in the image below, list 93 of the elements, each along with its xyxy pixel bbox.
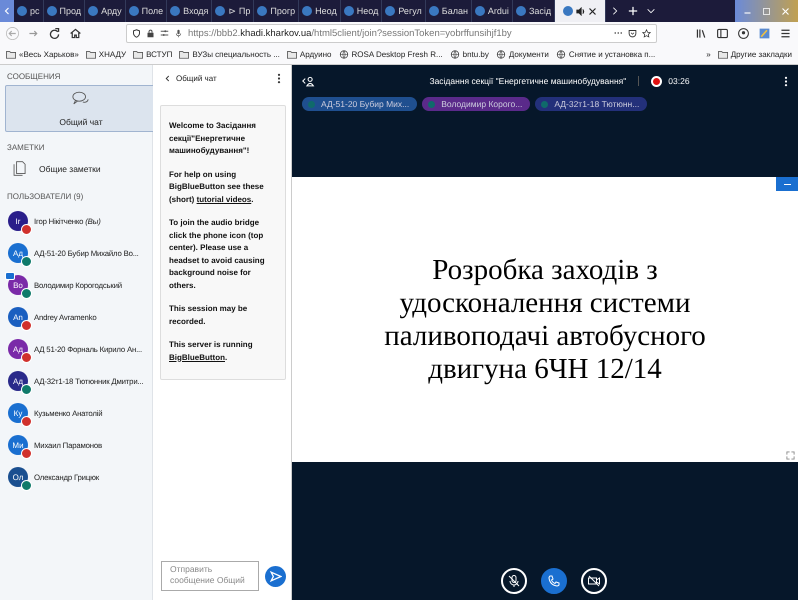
recording-indicator[interactable]	[651, 76, 662, 86]
fullscreen-icon[interactable]	[786, 451, 795, 460]
browser-tab[interactable]	[555, 0, 606, 22]
recording-time: 03:26	[668, 76, 690, 86]
site-favicon-icon	[17, 6, 27, 16]
unmute-button[interactable]	[501, 568, 527, 594]
folder-icon	[6, 50, 16, 58]
site-favicon-icon	[170, 6, 180, 16]
star-icon[interactable]	[642, 28, 651, 38]
link[interactable]: BigBlueButton	[169, 352, 225, 362]
more-options-icon[interactable]	[277, 72, 281, 84]
url-text[interactable]: https://bbb2.khadi.kharkov.ua/html5client/join?sessionToken=yobrffunsihjf1by	[188, 28, 609, 38]
meeting-title: Засідання секції "Енергетичне машинобудування"	[429, 76, 626, 86]
welcome-paragraph: Welcome to Засідання секції"Енергетичне машинобудування"!	[169, 120, 257, 157]
site-favicon-icon	[46, 6, 57, 16]
bookmark-item[interactable]: Документи	[496, 50, 549, 58]
shared-notes-item[interactable]: Общие заметки	[5, 156, 149, 181]
send-button[interactable]	[265, 566, 286, 586]
address-bar[interactable]: https://bbb2.khadi.kharkov.ua/html5client/join?sessionToken=yobrffunsihjf1by ···	[126, 24, 657, 42]
bookmark-item[interactable]: ВСТУП	[133, 50, 172, 58]
section-heading: ПОЛЬЗОВАТЕЛИ (9)	[6, 191, 84, 203]
site-favicon-icon	[344, 6, 354, 16]
site-favicon-icon	[128, 6, 139, 16]
bookmark-item[interactable]: Ардуино	[286, 50, 332, 58]
bookmark-item[interactable]: ХНАДУ	[86, 50, 126, 58]
welcome-paragraph: This session may be recorded.	[169, 303, 248, 328]
site-favicon-icon	[516, 6, 526, 16]
page-actions-button[interactable]: ···	[614, 28, 623, 38]
site-favicon-icon	[88, 6, 98, 16]
chevron-down-icon[interactable]	[646, 6, 656, 16]
bookmark-item[interactable]: bntu.by	[450, 50, 489, 58]
new-tab-icon[interactable]	[628, 6, 638, 16]
site-favicon-icon	[474, 6, 485, 16]
message-input-field[interactable]: Отправить сообщение Общий	[161, 561, 259, 591]
folder-icon	[133, 50, 144, 58]
site-favicon-icon	[385, 6, 396, 16]
welcome-paragraph: This server is running BigBlueButton.	[169, 339, 254, 364]
home-icon[interactable]	[69, 26, 82, 40]
bookmark-item[interactable]: «Весь Харьков»	[6, 50, 79, 58]
folder-icon	[179, 50, 190, 58]
library-icon[interactable]	[695, 26, 708, 40]
talking-indicator[interactable]: Володимир Корого...	[422, 97, 530, 111]
welcome-paragraph: For help on using BigBlueButton see these (short) tutorial videos.	[169, 168, 265, 206]
section-heading: ЗАМЕТКИ	[6, 142, 46, 154]
site-favicon-icon	[302, 6, 312, 16]
folder-icon	[718, 50, 728, 58]
shield-icon[interactable]	[132, 28, 141, 38]
users-toggle-icon[interactable]	[302, 75, 315, 87]
folder-icon	[86, 50, 96, 58]
microphone-off-icon	[507, 574, 521, 588]
globe-icon	[450, 50, 460, 58]
welcome-paragraph: To join the audio bridge click the phone icon (top center). Please use a headset to avoid causing background noise for others.	[169, 217, 266, 292]
globe-icon	[556, 50, 566, 58]
microphone-icon[interactable]	[174, 28, 183, 38]
globe-icon	[338, 50, 348, 58]
more-bookmarks-button[interactable]: »	[706, 50, 711, 58]
site-favicon-icon	[215, 6, 226, 16]
lock-icon[interactable]	[146, 28, 155, 38]
chat-bubbles-icon	[72, 90, 90, 107]
speaker-icon[interactable]	[576, 6, 586, 16]
chevron-left-icon	[165, 74, 170, 82]
globe-icon	[496, 50, 506, 58]
site-favicon-icon	[257, 6, 268, 16]
account-icon[interactable]	[737, 26, 750, 40]
camera-off-icon	[587, 574, 601, 588]
permissions-icon[interactable]	[160, 28, 169, 38]
minimize-presentation-button[interactable]	[776, 177, 798, 191]
leave-audio-button[interactable]	[541, 568, 567, 594]
site-favicon-icon	[563, 6, 574, 16]
bookmark-item[interactable]: ВУЗы специальность ...	[179, 50, 280, 58]
tab-scroll-left-button[interactable]	[0, 0, 14, 22]
section-heading: СООБЩЕНИЯ	[6, 71, 62, 83]
extension-icon[interactable]	[758, 26, 771, 40]
slide-title: Розробка заходів з удосконалення системи паливоподачі автобусного двигуна 6ЧН 12/14	[383, 254, 707, 386]
pocket-icon[interactable]	[628, 28, 637, 38]
bookmark-item[interactable]: Снятие и установка п...	[556, 50, 656, 58]
reload-icon[interactable]	[48, 26, 61, 40]
sidebar-icon[interactable]	[716, 26, 729, 40]
chat-back-button[interactable]: Общий чат	[165, 74, 217, 82]
chevron-left-icon	[4, 7, 10, 15]
talking-indicator[interactable]: АД-51-20 Бубир Мих...	[302, 97, 418, 111]
folder-icon	[286, 50, 297, 58]
more-options-icon[interactable]	[784, 76, 788, 86]
start-video-button[interactable]	[581, 568, 607, 594]
send-icon	[269, 570, 282, 582]
bookmark-item[interactable]: ROSA Desktop Fresh R...	[338, 50, 443, 58]
site-favicon-icon	[428, 6, 439, 16]
menu-icon[interactable]	[779, 26, 792, 40]
phone-icon	[547, 574, 561, 588]
close-icon[interactable]	[588, 6, 598, 16]
link[interactable]: tutorial videos	[196, 194, 252, 204]
other-bookmarks-folder[interactable]: Другие закладки	[718, 50, 792, 58]
talking-indicator[interactable]: АД-32т1-18 Тютюнн...	[535, 97, 648, 111]
